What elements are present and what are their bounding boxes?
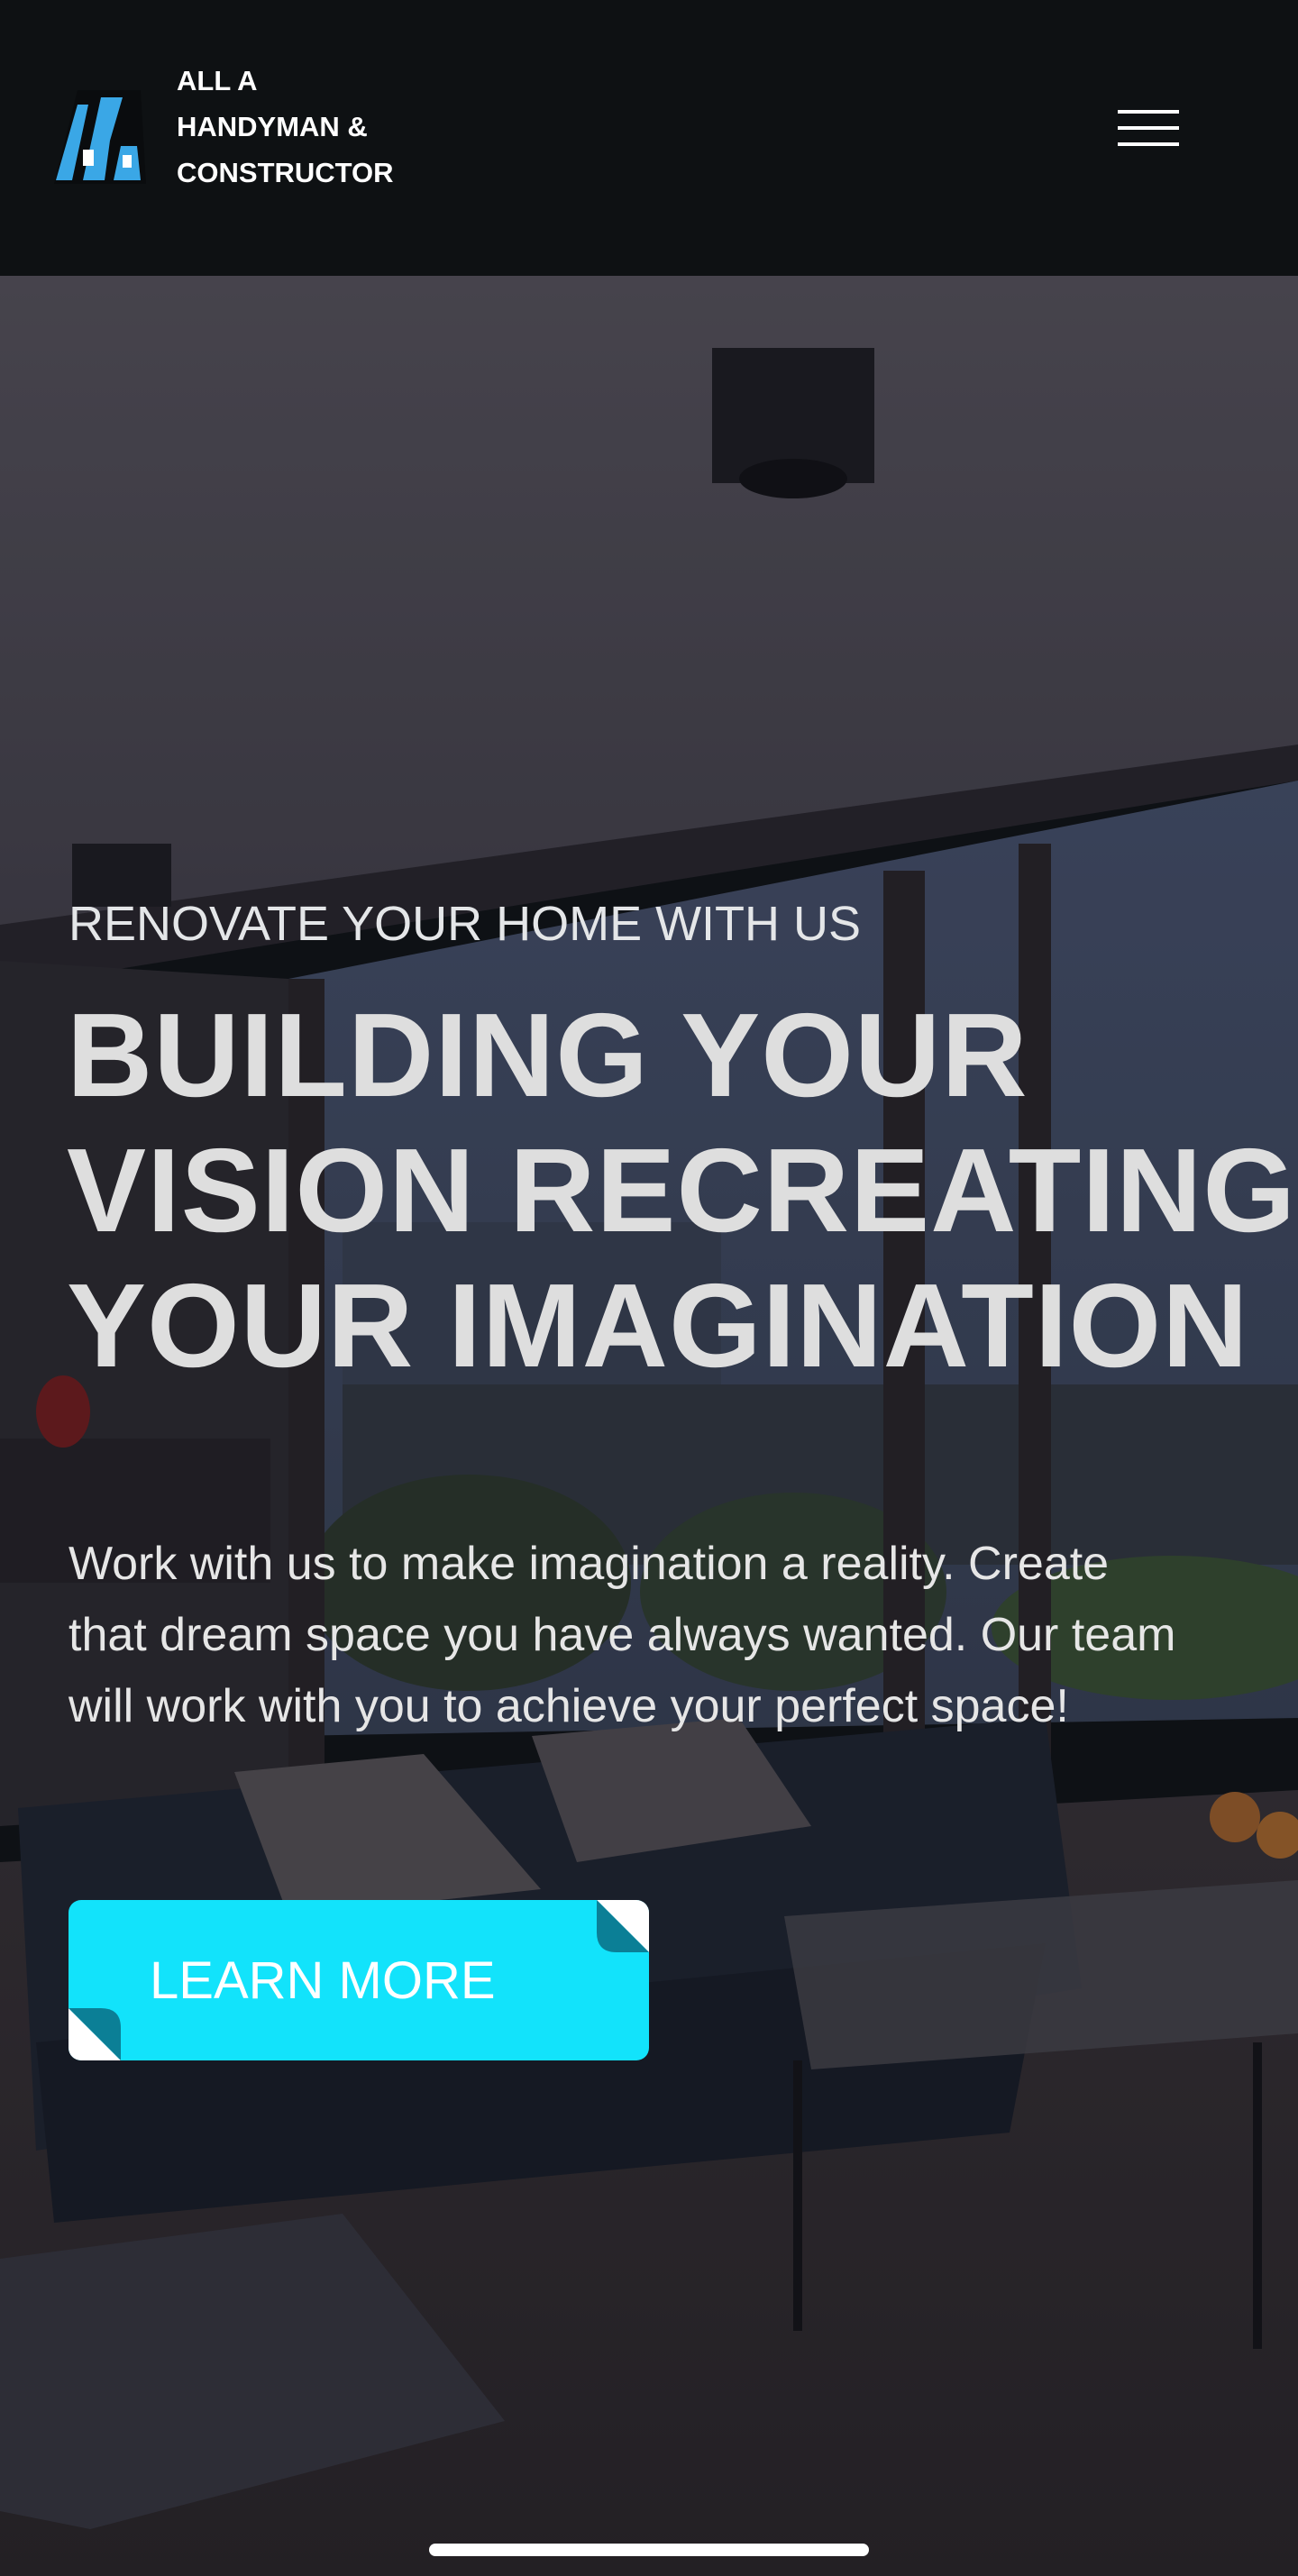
hero-headline: BUILDING YOUR VISION RECREATING YOUR IMA… bbox=[67, 988, 1297, 1393]
hero-eyebrow: RENOVATE YOUR HOME WITH US bbox=[69, 897, 862, 951]
logo-icon bbox=[54, 90, 146, 184]
hero-section: RENOVATE YOUR HOME WITH US BUILDING YOUR… bbox=[0, 276, 1298, 2576]
hamburger-menu-icon bbox=[1118, 110, 1179, 114]
learn-more-button[interactable]: LEARN MORE bbox=[69, 1900, 649, 2060]
home-indicator bbox=[429, 2544, 869, 2556]
learn-more-label: LEARN MORE bbox=[150, 1951, 496, 2010]
headline-line: YOUR IMAGINATION bbox=[67, 1259, 1249, 1392]
headline-line: VISION RECREATING bbox=[67, 1124, 1297, 1256]
hero-description: Work with us to make imagination a reali… bbox=[69, 1538, 1176, 1732]
headline-line: BUILDING YOUR bbox=[67, 989, 1028, 1121]
hero-overlay bbox=[0, 276, 1298, 2576]
menu-button[interactable] bbox=[1107, 101, 1190, 155]
corner-fold-icon bbox=[69, 2008, 121, 2060]
corner-fold-icon bbox=[597, 1900, 649, 1952]
site-header: ALL A HANDYMAN & CONSTRUCTOR bbox=[0, 0, 1298, 276]
brand-name: ALL A HANDYMAN & CONSTRUCTOR bbox=[177, 65, 394, 188]
hamburger-line bbox=[1118, 142, 1179, 146]
hamburger-line bbox=[1118, 126, 1179, 130]
